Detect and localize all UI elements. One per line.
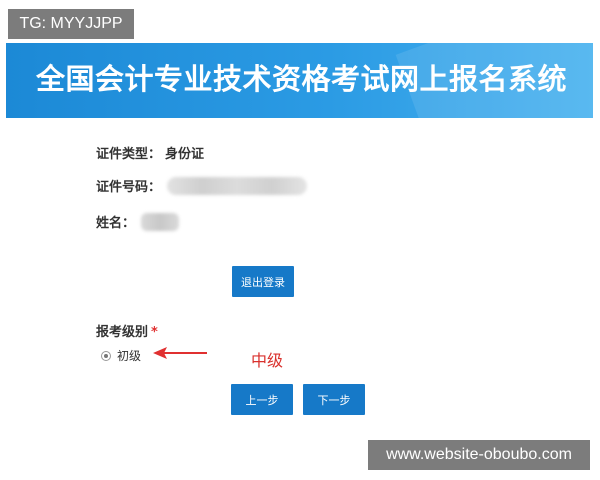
next-step-button[interactable]: 下一步 bbox=[303, 384, 365, 415]
id-number-redacted bbox=[167, 176, 308, 195]
exam-level-option-label: 初级 bbox=[117, 349, 142, 363]
previous-step-button[interactable]: 上一步 bbox=[231, 384, 293, 415]
tag-overlay: TG: MYYJJPP bbox=[8, 9, 134, 39]
name-label: 姓名： bbox=[96, 216, 136, 231]
radio-selected-dot bbox=[104, 353, 108, 358]
annotation-text: 中级 bbox=[251, 351, 284, 370]
exam-level-label: 报考级别 * bbox=[96, 321, 158, 340]
page-title: 全国会计专业技术资格考试网上报名系统 bbox=[36, 62, 568, 96]
radio-button[interactable] bbox=[101, 350, 111, 361]
id-type-value: 身份证 bbox=[165, 147, 205, 162]
id-number-label: 证件号码： bbox=[96, 180, 162, 195]
id-type-label: 证件类型： bbox=[96, 147, 162, 162]
page-header-banner: 全国会计专业技术资格考试网上报名系统 bbox=[6, 43, 593, 118]
name-row: 姓名： bbox=[96, 212, 180, 231]
id-number-row: 证件号码： bbox=[96, 176, 308, 195]
exam-level-option-junior[interactable]: 初级 bbox=[101, 347, 141, 364]
exam-level-label-text: 报考级别 bbox=[96, 325, 149, 340]
required-star: * bbox=[151, 325, 158, 340]
logout-button[interactable]: 退出登录 bbox=[232, 266, 294, 297]
annotation-arrow-icon bbox=[153, 347, 207, 359]
id-type-row: 证件类型： 身份证 bbox=[96, 143, 204, 162]
name-redacted bbox=[141, 212, 180, 231]
watermark: www.website-oboubo.com bbox=[368, 440, 590, 470]
